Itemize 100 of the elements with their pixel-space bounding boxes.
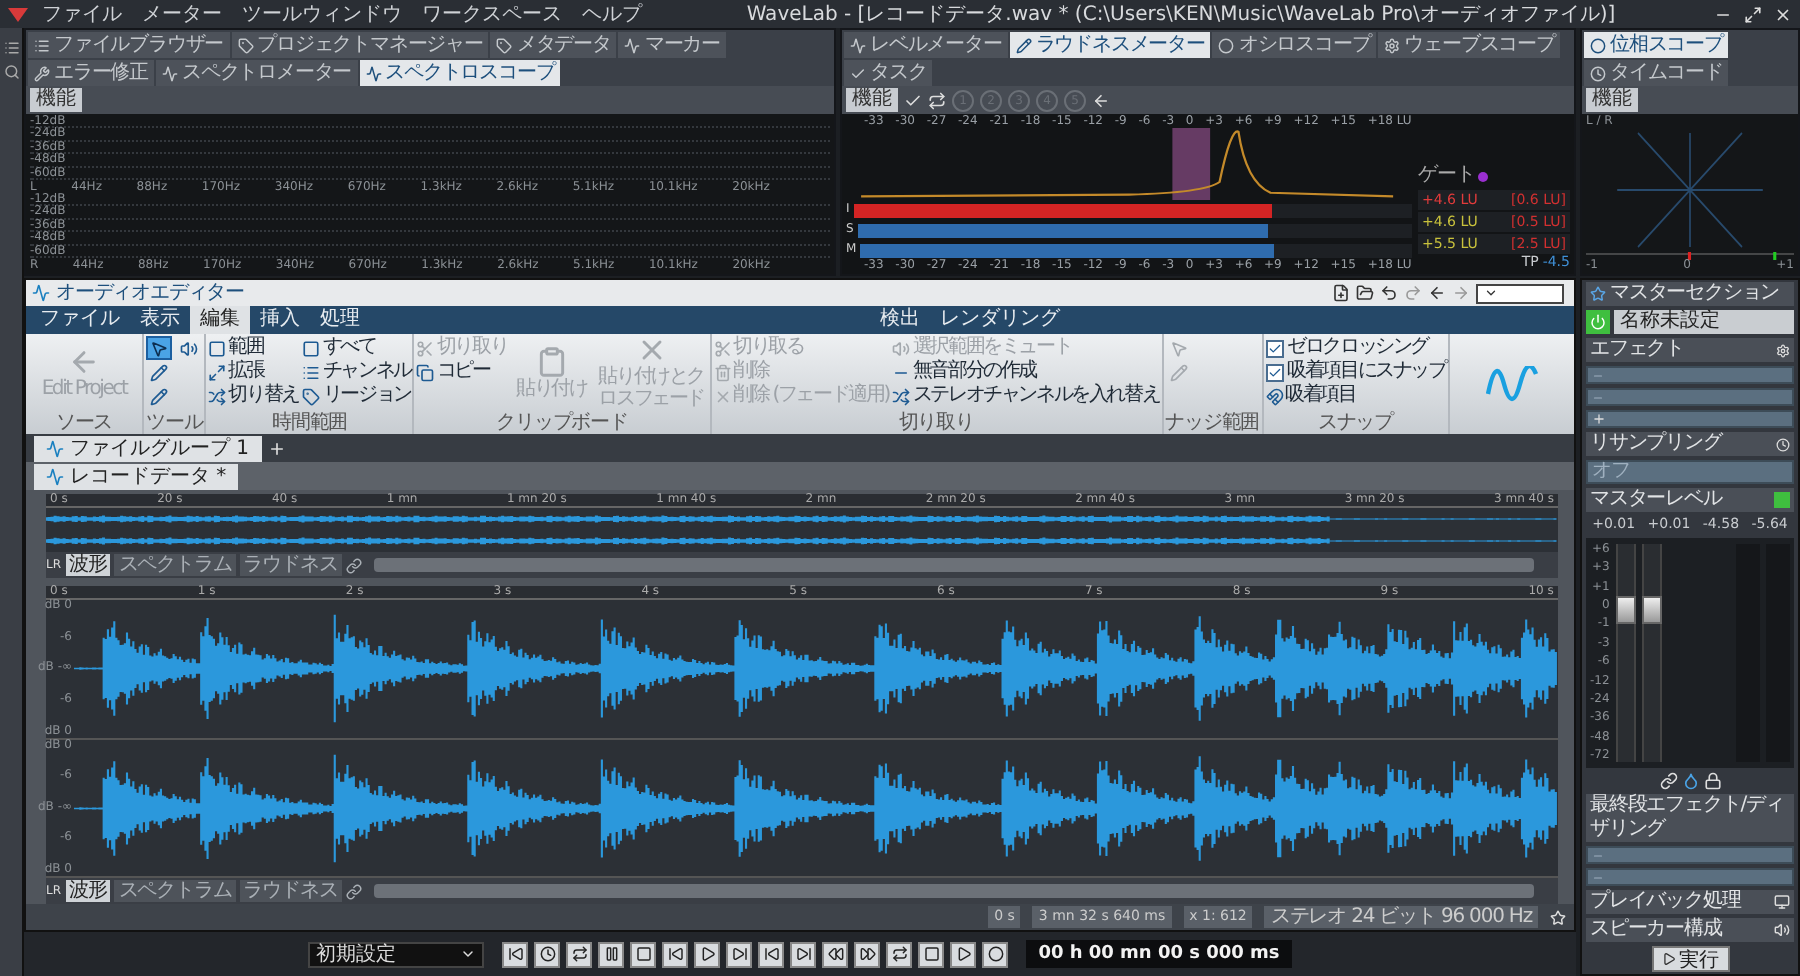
file-group-tab[interactable]: ファイルグループ 1: [34, 435, 262, 461]
menu-item[interactable]: ファイル: [36, 1, 128, 27]
ribbon-icon: [892, 339, 911, 357]
checkbox[interactable]: [1265, 339, 1284, 357]
menu-item[interactable]: メーター: [136, 1, 228, 27]
menu-item[interactable]: ワークスペース: [416, 1, 568, 27]
ribbon-button[interactable]: ステレオチャンネルを入れ替え: [892, 384, 1160, 408]
panel-tab[interactable]: 位相スコープ: [1584, 32, 1729, 58]
view-tab[interactable]: スペクトラム: [114, 554, 236, 576]
ribbon-button[interactable]: リージョン: [302, 384, 411, 408]
transport-button[interactable]: [534, 941, 561, 967]
star-icon[interactable]: [1550, 909, 1566, 925]
panel-tab[interactable]: ウェーブスコープ: [1378, 32, 1561, 58]
ribbon-tab[interactable]: 検出: [870, 306, 930, 334]
group-label: ナッジ範囲: [1165, 412, 1260, 434]
back-icon[interactable]: [1428, 284, 1446, 302]
menu-item[interactable]: ヘルプ: [576, 1, 648, 27]
view-tab[interactable]: ラウドネス: [239, 554, 342, 576]
fader-handle[interactable]: [1615, 595, 1636, 624]
scrollbar[interactable]: [373, 884, 1534, 898]
tool-button[interactable]: [146, 360, 172, 384]
close-icon[interactable]: [1774, 5, 1792, 23]
preset-dropdown[interactable]: 初期設定: [308, 941, 485, 967]
transport-button[interactable]: [918, 941, 945, 967]
tool-button[interactable]: [146, 384, 172, 408]
ribbon-button[interactable]: すべて: [302, 336, 411, 360]
view-tab[interactable]: ラウドネス: [239, 880, 342, 902]
ribbon-button[interactable]: 吸着項目: [1265, 384, 1446, 408]
panel-tab[interactable]: ラウドネスメーター: [1009, 32, 1211, 58]
tool-button[interactable]: [176, 336, 203, 360]
panel-tab[interactable]: エラー修正: [28, 60, 155, 86]
undo-icon[interactable]: [1380, 284, 1398, 302]
monitor-icon[interactable]: [1774, 894, 1790, 910]
folder-icon[interactable]: [1356, 284, 1374, 302]
transport-button[interactable]: [502, 941, 529, 967]
transport-button[interactable]: [790, 941, 817, 967]
transport-button[interactable]: [630, 941, 657, 967]
tab-icon: [365, 65, 382, 81]
preset-field[interactable]: 名称未設定: [1614, 310, 1794, 334]
menu-item[interactable]: ツールウィンドウ: [236, 1, 408, 27]
panel-icon[interactable]: [3, 40, 19, 56]
ribbon-button[interactable]: コピー: [416, 360, 508, 384]
ribbon-tab[interactable]: 処理: [310, 306, 370, 334]
transport-button[interactable]: [758, 941, 785, 967]
panel-tab[interactable]: マーカー: [618, 32, 727, 58]
panel-tab[interactable]: メタデータ: [490, 32, 617, 58]
new-file-icon[interactable]: [1332, 284, 1350, 302]
function-button[interactable]: 機能: [30, 88, 82, 112]
ribbon-button[interactable]: 切り替え: [208, 384, 299, 408]
panel-tab[interactable]: オシロスコープ: [1212, 32, 1377, 58]
transport-button[interactable]: [886, 941, 913, 967]
history-dropdown[interactable]: [1476, 283, 1564, 303]
panel-tab[interactable]: スペクトロスコープ: [359, 60, 561, 86]
transport-button[interactable]: [854, 941, 881, 967]
run-button[interactable]: 実行: [1651, 946, 1729, 972]
ribbon-tab[interactable]: 挿入: [250, 306, 310, 334]
function-button[interactable]: 機能: [1586, 88, 1638, 112]
search-icon[interactable]: [3, 64, 19, 80]
ribbon-button[interactable]: 拡張: [208, 360, 299, 384]
transport-button[interactable]: [982, 941, 1009, 967]
transport-button[interactable]: [694, 941, 721, 967]
panel-tab[interactable]: レベルメーター: [844, 32, 1008, 58]
add-icon[interactable]: [267, 439, 286, 457]
lock-icon[interactable]: [1703, 772, 1721, 790]
view-tab[interactable]: 波形: [65, 880, 111, 902]
settings-icon[interactable]: [1776, 343, 1790, 357]
ribbon-tab[interactable]: 編集: [190, 306, 250, 334]
view-tab[interactable]: 波形: [65, 554, 111, 576]
transport-button[interactable]: [726, 941, 753, 967]
transport-button[interactable]: [822, 941, 849, 967]
transport-button[interactable]: [566, 941, 593, 967]
droplet-icon[interactable]: [1681, 772, 1699, 790]
tool-button[interactable]: [146, 336, 172, 360]
reset-icon[interactable]: [928, 91, 946, 109]
speaker-icon[interactable]: [1774, 922, 1790, 938]
ribbon-tab[interactable]: ファイル: [30, 306, 130, 334]
panel-tab[interactable]: スペクトロメーター: [156, 60, 358, 86]
ribbon-tab[interactable]: 表示: [130, 306, 190, 334]
maximize-icon[interactable]: [1744, 5, 1762, 23]
ribbon-button[interactable]: チャンネル: [302, 360, 411, 384]
panel-tab[interactable]: ファイルブラウザー: [28, 32, 230, 58]
transport-button[interactable]: [598, 941, 625, 967]
ribbon-icon: [302, 339, 321, 357]
view-tab[interactable]: スペクトラム: [114, 880, 236, 902]
fader-handle[interactable]: [1641, 595, 1662, 624]
panel-tab[interactable]: タイムコード: [1584, 60, 1729, 86]
panel-tab[interactable]: タスク: [844, 60, 933, 86]
ribbon-button[interactable]: 無音部分の作成: [892, 360, 1160, 384]
transport-button[interactable]: [662, 941, 689, 967]
scrollbar[interactable]: [373, 558, 1534, 572]
panel-tab[interactable]: プロジェクトマネージャー: [231, 32, 489, 58]
document-tab[interactable]: レコードデータ *: [34, 463, 239, 489]
clock-icon[interactable]: [1776, 437, 1790, 451]
checkbox[interactable]: [1265, 363, 1284, 381]
function-button[interactable]: 機能: [846, 88, 898, 112]
arrow-left-icon[interactable]: [1092, 91, 1110, 109]
ribbon-tab[interactable]: レンダリング: [930, 306, 1070, 334]
transport-button[interactable]: [950, 941, 977, 967]
check-icon[interactable]: [904, 91, 922, 109]
ribbon-button[interactable]: 範囲: [208, 336, 299, 360]
